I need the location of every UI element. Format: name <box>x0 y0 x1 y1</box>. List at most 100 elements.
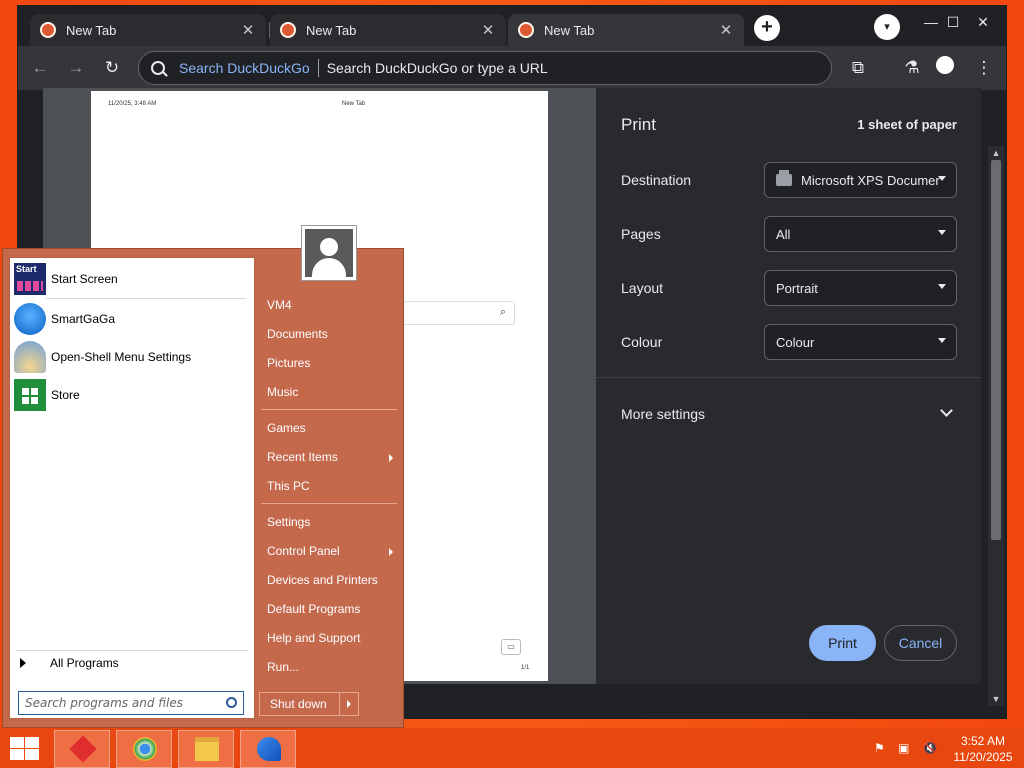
reload-button[interactable]: ↻ <box>100 56 124 80</box>
taskbar-app-smartgaga[interactable] <box>240 730 296 768</box>
start-link-label: Control Panel <box>267 544 340 558</box>
maximize-button[interactable]: ☐ <box>938 10 968 34</box>
submenu-arrow-icon <box>389 548 393 556</box>
file-explorer-icon <box>195 737 219 761</box>
start-link-label: Recent Items <box>267 450 338 464</box>
page-header-title: New Tab <box>342 101 366 107</box>
taskbar-app-explorer[interactable] <box>178 730 234 768</box>
start-link-this-pc[interactable]: This PC <box>267 479 397 493</box>
tab-1[interactable]: New Tab ✕ <box>30 14 266 46</box>
start-link-music[interactable]: Music <box>267 385 397 399</box>
start-link-recent-items[interactable]: Recent Items <box>267 450 397 464</box>
taskbar-clock[interactable]: 3:52 AM 11/20/2025 <box>951 733 1015 765</box>
dropdown-caret-icon <box>938 176 946 181</box>
all-programs-button[interactable]: All Programs <box>20 656 119 670</box>
printer-icon <box>776 170 792 186</box>
tab-search-button[interactable]: ▾ <box>874 14 900 40</box>
start-search-input[interactable]: Search programs and files <box>18 691 244 715</box>
flag-icon[interactable]: ⚑ <box>874 741 885 755</box>
smartgaga-icon <box>257 737 281 761</box>
tab-title: New Tab <box>306 22 357 38</box>
duckduckgo-favicon-icon <box>518 22 534 38</box>
start-item-label: SmartGaGa <box>51 312 116 326</box>
network-icon[interactable]: ▣ <box>898 741 909 755</box>
user-avatar-icon <box>305 229 353 277</box>
start-link-default-programs[interactable]: Default Programs <box>267 602 397 616</box>
feedback-icon: ▭ <box>501 639 521 655</box>
start-link-devices-printers[interactable]: Devices and Printers <box>267 573 397 587</box>
start-link-documents[interactable]: Documents <box>267 327 397 341</box>
scroll-down-icon[interactable]: ▼ <box>988 694 1004 704</box>
omnibox-divider <box>317 59 319 77</box>
back-button[interactable]: ← <box>28 56 52 80</box>
profile-avatar-icon[interactable] <box>936 56 954 74</box>
address-placeholder: Search DuckDuckGo or type a URL <box>326 60 548 76</box>
expand-arrow-icon <box>20 658 26 668</box>
print-button[interactable]: Print <box>809 625 876 661</box>
menu-button[interactable]: ⋮ <box>972 56 996 80</box>
tab-close-icon[interactable]: ✕ <box>718 21 734 39</box>
cancel-button[interactable]: Cancel <box>884 625 957 661</box>
close-window-button[interactable]: ✕ <box>968 10 998 34</box>
preview-search-box: ⌕ <box>403 301 515 325</box>
duckduckgo-favicon-icon <box>40 22 56 38</box>
swan-icon <box>14 303 46 335</box>
start-link-settings[interactable]: Settings <box>267 515 397 529</box>
pages-label: Pages <box>621 226 661 242</box>
tab-close-icon[interactable]: ✕ <box>480 21 496 39</box>
taskbar-app-red[interactable] <box>54 730 110 768</box>
start-link-label: Pictures <box>267 356 311 370</box>
puzzle-icon[interactable]: ⧉ <box>846 56 870 80</box>
forward-button[interactable]: → <box>64 56 88 80</box>
start-item-store[interactable]: Store <box>14 378 250 412</box>
layout-value: Portrait <box>776 280 818 296</box>
start-link-run[interactable]: Run... <box>267 660 397 674</box>
start-link-label: Default Programs <box>267 602 361 616</box>
scroll-up-icon[interactable]: ▲ <box>988 148 1004 158</box>
settings-divider <box>596 377 981 378</box>
start-item-open-shell-settings[interactable]: Open-Shell Menu Settings <box>14 340 250 374</box>
start-link-vm4[interactable]: VM4 <box>267 298 397 312</box>
flask-icon[interactable]: ⚗ <box>900 56 924 80</box>
start-item-label: Start Screen <box>51 272 118 286</box>
volume-muted-icon[interactable]: 🔇 <box>923 741 938 755</box>
system-tray: ⚑ ▣ 🔇 <box>874 741 948 755</box>
layout-select[interactable]: Portrait <box>764 270 957 306</box>
print-title: Print <box>621 115 656 134</box>
start-screen-icon: Start <box>14 263 46 295</box>
start-item-start-screen[interactable]: Start Start Screen <box>14 262 250 296</box>
pages-select[interactable]: All <box>764 216 957 252</box>
taskbar-app-chrome[interactable] <box>116 730 172 768</box>
scrollbar-thumb[interactable] <box>991 160 1001 540</box>
start-link-games[interactable]: Games <box>267 421 397 435</box>
user-picture[interactable] <box>301 225 357 281</box>
submenu-arrow-icon <box>389 454 393 462</box>
shutdown-button[interactable]: Shut down <box>259 692 359 716</box>
chevron-down-icon[interactable] <box>940 404 953 417</box>
windows-start-button[interactable] <box>8 736 40 762</box>
tab-3-active[interactable]: New Tab ✕ <box>508 14 744 46</box>
start-link-control-panel[interactable]: Control Panel <box>267 544 397 558</box>
start-right-separator <box>261 409 397 410</box>
search-placeholder: Search programs and files <box>25 696 183 710</box>
duckduckgo-favicon-icon <box>280 22 296 38</box>
start-link-pictures[interactable]: Pictures <box>267 356 397 370</box>
new-tab-button[interactable]: + <box>754 15 780 41</box>
start-link-label: Documents <box>267 327 328 341</box>
address-bar[interactable]: Search DuckDuckGo Search DuckDuckGo or t… <box>138 51 832 85</box>
start-menu: Start Start Screen SmartGaGa Open-Shell … <box>2 225 404 728</box>
tab-2[interactable]: New Tab ✕ <box>270 14 506 46</box>
start-link-label: VM4 <box>267 298 292 312</box>
more-settings-toggle[interactable]: More settings <box>621 406 705 422</box>
page-scrollbar[interactable]: ▲ ▼ <box>988 146 1004 706</box>
start-item-smartgaga[interactable]: SmartGaGa <box>14 302 250 336</box>
tab-close-icon[interactable]: ✕ <box>240 21 256 39</box>
search-icon[interactable] <box>226 697 237 708</box>
start-link-help-support[interactable]: Help and Support <box>267 631 397 645</box>
layout-label: Layout <box>621 280 664 296</box>
destination-select[interactable]: Microsoft XPS Documer <box>764 162 957 198</box>
colour-select[interactable]: Colour <box>764 324 957 360</box>
colour-label: Colour <box>621 334 663 350</box>
shutdown-options-arrow-icon[interactable] <box>347 700 351 708</box>
colour-value: Colour <box>776 334 815 350</box>
